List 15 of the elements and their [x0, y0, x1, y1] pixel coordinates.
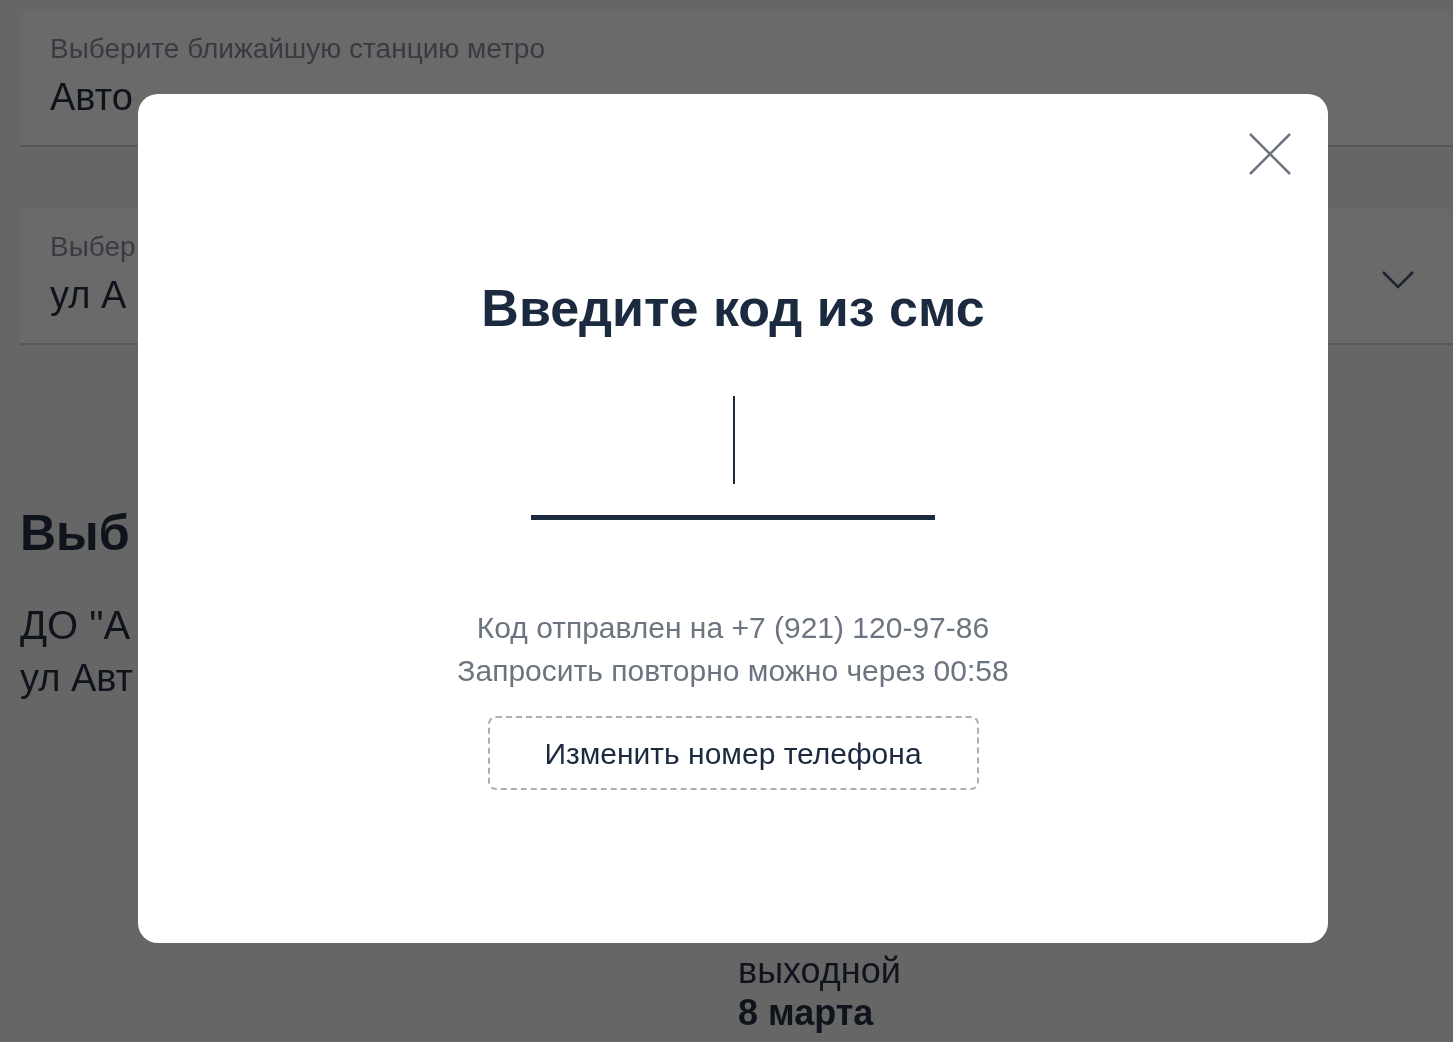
change-phone-button[interactable]: Изменить номер телефона [487, 716, 979, 790]
close-icon [1249, 133, 1291, 175]
office-address: ул Авт [20, 656, 133, 701]
schedule-text: 8 марта [738, 992, 874, 1034]
close-button[interactable] [1248, 132, 1292, 176]
office-name: ДО "А [20, 602, 131, 649]
info-text: Код отправлен на +7 (921) 120-97-86 [476, 610, 990, 646]
code-input-field[interactable] [531, 396, 935, 520]
section-heading: Выб [20, 505, 130, 561]
schedule-text: выходной [738, 950, 901, 992]
chevron-down-icon [1381, 270, 1415, 290]
field-value: Авто [50, 75, 133, 120]
field-value: ул А [50, 273, 127, 318]
info-text: Запросить повторно можно через 00:58 [457, 653, 1009, 689]
modal-title: Введите код из смс [481, 278, 985, 338]
